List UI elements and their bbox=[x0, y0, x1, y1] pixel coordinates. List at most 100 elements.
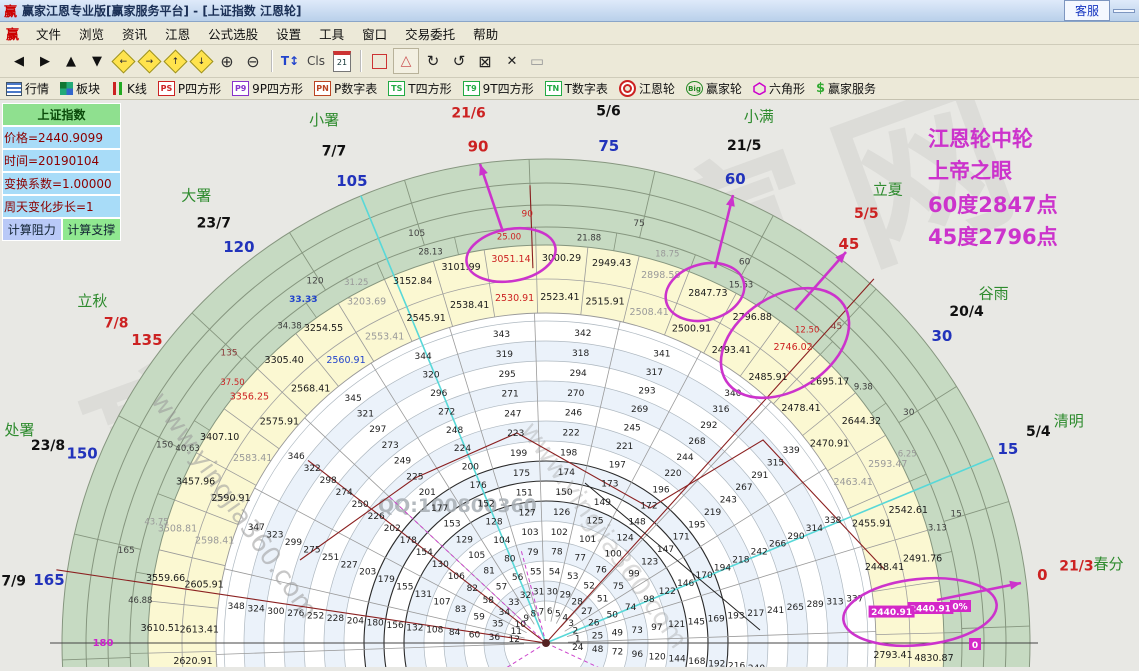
view-tab-T四方形[interactable]: TST四方形 bbox=[386, 79, 453, 98]
cls-icon[interactable]: Cls bbox=[304, 49, 328, 73]
square-tool-icon[interactable] bbox=[367, 49, 391, 73]
svg-text:271: 271 bbox=[502, 390, 519, 400]
svg-text:226: 226 bbox=[368, 512, 385, 522]
svg-text:2478.41: 2478.41 bbox=[781, 403, 820, 414]
svg-text:2568.41: 2568.41 bbox=[291, 384, 330, 395]
diamond-down-icon[interactable]: ↓ bbox=[189, 49, 213, 73]
svg-text:348: 348 bbox=[228, 602, 245, 612]
svg-text:174: 174 bbox=[558, 468, 575, 478]
menu-item-7[interactable]: 窗口 bbox=[353, 22, 396, 45]
partial-button[interactable] bbox=[1113, 9, 1135, 13]
svg-text:106: 106 bbox=[448, 572, 465, 582]
triangle-tool-icon[interactable]: △ bbox=[393, 48, 419, 74]
rotate-cw-icon[interactable]: ↻ bbox=[421, 49, 445, 73]
view-tab-label: 江恩轮 bbox=[639, 80, 675, 97]
svg-text:201: 201 bbox=[419, 488, 436, 498]
svg-text:175: 175 bbox=[513, 469, 530, 479]
view-tab-板块[interactable]: 板块 bbox=[58, 79, 102, 98]
menu-item-0[interactable]: 文件 bbox=[27, 22, 70, 45]
svg-text:江恩轮中轮: 江恩轮中轮 bbox=[928, 127, 1033, 151]
svg-text:45: 45 bbox=[838, 235, 859, 253]
view-tab-赢家轮[interactable]: Big赢家轮 bbox=[684, 79, 744, 98]
svg-text:3254.55: 3254.55 bbox=[304, 323, 343, 334]
svg-text:21.88: 21.88 bbox=[577, 233, 601, 243]
t-updown-icon[interactable]: T↕ bbox=[278, 49, 302, 73]
svg-text:300: 300 bbox=[267, 607, 284, 617]
calc-support-button[interactable]: 计算支撑 bbox=[62, 218, 122, 241]
svg-text:80: 80 bbox=[504, 554, 516, 564]
back-icon[interactable]: ◀ bbox=[7, 49, 31, 73]
svg-text:105: 105 bbox=[336, 172, 367, 190]
diamond-up-icon[interactable]: ↑ bbox=[163, 49, 187, 73]
view-tab-label: T数字表 bbox=[565, 80, 608, 97]
main-toolbar: ◀▶▲▼←→↑↓⊕⊖ T↕Cls21 △↻↺⊠✕▭ bbox=[0, 45, 1139, 78]
赢家轮-icon: Big bbox=[686, 81, 703, 96]
svg-text:171: 171 bbox=[673, 533, 690, 543]
menu-item-5[interactable]: 设置 bbox=[267, 22, 310, 45]
quote-row-3: 周天变化步长=1 bbox=[2, 195, 121, 218]
menu-item-6[interactable]: 工具 bbox=[310, 22, 353, 45]
view-tab-P四方形[interactable]: PSP四方形 bbox=[156, 79, 223, 98]
svg-text:345: 345 bbox=[345, 394, 362, 404]
zoom-out-icon[interactable]: ⊖ bbox=[241, 49, 265, 73]
svg-text:43.75: 43.75 bbox=[144, 518, 168, 528]
svg-text:344: 344 bbox=[415, 352, 432, 362]
cursor-down-icon[interactable]: ▼ bbox=[85, 49, 109, 73]
diamond-right-icon[interactable]: → bbox=[137, 49, 161, 73]
view-tab-P数字表[interactable]: PNP数字表 bbox=[312, 79, 379, 98]
gann-wheel-svg[interactable]: 赢家财富网www.yingjia360.comwww.yingjia360.co… bbox=[0, 100, 1139, 667]
menu-item-4[interactable]: 公式选股 bbox=[199, 22, 267, 45]
svg-text:6: 6 bbox=[547, 607, 553, 617]
svg-text:155: 155 bbox=[396, 583, 413, 593]
menu-item-9[interactable]: 帮助 bbox=[464, 22, 507, 45]
svg-text:2620.91: 2620.91 bbox=[173, 656, 212, 667]
svg-text:290: 290 bbox=[787, 532, 804, 542]
svg-text:30: 30 bbox=[931, 327, 952, 345]
view-tab-行情[interactable]: 行情 bbox=[4, 79, 51, 98]
view-tab-K线[interactable]: K线 bbox=[109, 79, 149, 98]
svg-text:195: 195 bbox=[688, 520, 705, 530]
svg-text:120: 120 bbox=[649, 652, 666, 662]
gann-wheel-chart[interactable]: 赢家财富网www.yingjia360.comwww.yingjia360.co… bbox=[0, 100, 1139, 667]
view-tab-江恩轮[interactable]: 江恩轮 bbox=[617, 79, 677, 98]
svg-text:37.50: 37.50 bbox=[220, 378, 244, 388]
forward-icon[interactable]: ▶ bbox=[33, 49, 57, 73]
svg-text:60度2847点: 60度2847点 bbox=[928, 193, 1058, 217]
svg-text:248: 248 bbox=[446, 426, 463, 436]
view-tab-T数字表[interactable]: TNT数字表 bbox=[543, 79, 610, 98]
menu-item-8[interactable]: 交易委托 bbox=[396, 22, 464, 45]
board-tool-icon[interactable]: ▭ bbox=[525, 49, 549, 73]
svg-text:21/5: 21/5 bbox=[727, 138, 761, 154]
svg-text:7/9: 7/9 bbox=[1, 574, 26, 590]
svg-text:105: 105 bbox=[408, 229, 425, 239]
view-tab-赢家服务[interactable]: $赢家服务 bbox=[814, 79, 878, 98]
calendar-21-icon[interactable]: 21 bbox=[330, 49, 354, 73]
svg-text:8: 8 bbox=[531, 610, 537, 620]
move-tool-icon[interactable]: ✕ bbox=[499, 49, 523, 73]
menu-item-3[interactable]: 江恩 bbox=[156, 22, 199, 45]
svg-text:153: 153 bbox=[443, 520, 460, 530]
svg-text:3407.10: 3407.10 bbox=[200, 432, 239, 443]
svg-text:179: 179 bbox=[378, 575, 395, 585]
T四方形-icon: TS bbox=[388, 81, 405, 96]
svg-text:324: 324 bbox=[248, 604, 265, 614]
rotate-ccw-icon[interactable]: ↺ bbox=[447, 49, 471, 73]
svg-text:149: 149 bbox=[594, 498, 611, 508]
zoom-in-icon[interactable]: ⊕ bbox=[215, 49, 239, 73]
view-tab-9P四方形[interactable]: P99P四方形 bbox=[230, 79, 305, 98]
menu-item-1[interactable]: 浏览 bbox=[70, 22, 113, 45]
calc-resistance-button[interactable]: 计算阻力 bbox=[2, 218, 62, 241]
xbox-tool-icon[interactable]: ⊠ bbox=[473, 49, 497, 73]
svg-text:46.88: 46.88 bbox=[128, 596, 152, 606]
svg-text:2440.91: 2440.91 bbox=[910, 605, 951, 615]
diamond-left-icon[interactable]: ← bbox=[111, 49, 135, 73]
view-tab-9T四方形[interactable]: T99T四方形 bbox=[461, 79, 536, 98]
customer-service-button[interactable]: 客服 bbox=[1064, 0, 1110, 21]
cursor-up-icon[interactable]: ▲ bbox=[59, 49, 83, 73]
svg-text:15: 15 bbox=[997, 440, 1018, 458]
menu-item-2[interactable]: 资讯 bbox=[113, 22, 156, 45]
svg-text:342: 342 bbox=[574, 329, 591, 339]
svg-text:268: 268 bbox=[688, 437, 705, 447]
view-tab-六角形[interactable]: 六角形 bbox=[751, 79, 807, 98]
svg-text:322: 322 bbox=[304, 464, 321, 474]
